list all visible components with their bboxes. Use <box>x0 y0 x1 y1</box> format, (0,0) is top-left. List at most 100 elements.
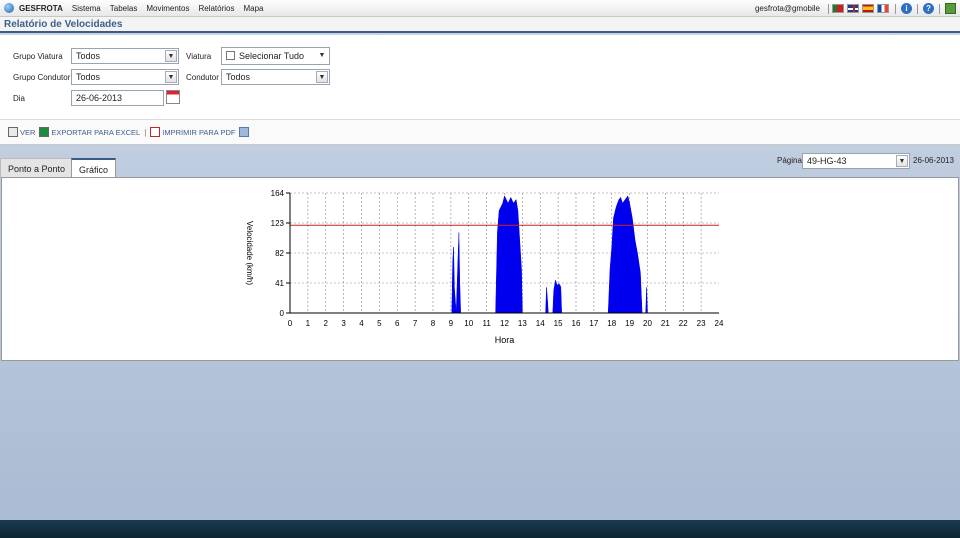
x-tick-label: 3 <box>341 319 346 328</box>
export-excel-button[interactable]: EXPORTAR PARA EXCEL <box>39 127 140 137</box>
divider <box>895 3 896 14</box>
viatura-select[interactable]: Selecionar Tudo ▼ <box>221 47 330 65</box>
x-tick-label: 20 <box>643 319 652 328</box>
report-toolbar: VER EXPORTAR PARA EXCEL | IMPRIMIR PARA … <box>0 119 960 145</box>
x-tick-label: 23 <box>697 319 706 328</box>
pagina-value: 49-HG-43 <box>807 156 847 166</box>
flag-portugal-icon[interactable] <box>832 4 844 13</box>
condutor-select[interactable]: Todos ▼ <box>221 69 330 85</box>
speed-series-area <box>451 195 648 314</box>
app-brand: GESFROTA <box>19 3 63 13</box>
x-tick-label: 12 <box>500 319 509 328</box>
toolbar-separator: | <box>144 127 147 137</box>
menu-item-movimentos[interactable]: Movimentos <box>146 4 189 13</box>
viatura-value: Selecionar Tudo <box>239 51 305 61</box>
divider <box>828 3 829 14</box>
x-tick-label: 0 <box>288 319 293 328</box>
y-tick-label: 164 <box>271 189 285 198</box>
dia-label: Dia <box>13 94 26 103</box>
flag-france-icon[interactable] <box>877 4 889 13</box>
calendar-icon[interactable] <box>166 90 180 104</box>
filter-panel: Grupo Viatura Todos ▼ Viatura Selecionar… <box>0 35 960 119</box>
y-tick-label: 41 <box>275 279 284 288</box>
flag-spain-icon[interactable] <box>862 4 874 13</box>
menu-item-mapa[interactable]: Mapa <box>243 4 263 13</box>
email-icon <box>239 127 250 137</box>
ver-button[interactable]: VER <box>8 127 35 137</box>
grupo-condutor-label: Grupo Condutor <box>13 73 71 82</box>
tab-grafico[interactable]: Gráfico <box>71 158 117 179</box>
x-tick-label: 5 <box>377 319 382 328</box>
select-all-checkbox[interactable] <box>226 51 235 60</box>
info-icon[interactable]: i <box>901 3 912 14</box>
flag-uk-icon[interactable] <box>847 4 859 13</box>
x-tick-label: 13 <box>518 319 527 328</box>
pagina-label: Página <box>777 156 802 165</box>
x-tick-label: 14 <box>536 319 545 328</box>
x-tick-label: 16 <box>572 319 581 328</box>
app-logo-icon <box>4 3 14 13</box>
footer-bar <box>0 520 960 538</box>
grupo-viatura-label: Grupo Viatura <box>13 52 63 61</box>
grupo-viatura-value: Todos <box>76 51 101 61</box>
x-tick-label: 10 <box>464 319 473 328</box>
x-tick-label: 11 <box>482 319 491 328</box>
chevron-down-icon: ▼ <box>316 71 328 83</box>
viatura-label: Viatura <box>186 52 212 61</box>
x-tick-label: 24 <box>715 319 724 328</box>
grupo-viatura-select[interactable]: Todos ▼ <box>71 48 179 64</box>
tabs-row: Ponto a Ponto Gráfico Página 49-HG-43 ▼ … <box>0 146 960 179</box>
x-tick-label: 7 <box>413 319 418 328</box>
y-tick-label: 82 <box>275 249 284 258</box>
condutor-value: Todos <box>226 72 251 82</box>
menu-item-sistema[interactable]: Sistema <box>72 4 101 13</box>
menu-item-tabelas[interactable]: Tabelas <box>110 4 138 13</box>
divider <box>939 3 940 14</box>
chevron-down-icon: ▼ <box>318 52 326 59</box>
email-button[interactable] <box>239 127 251 137</box>
menu-item-relatorios[interactable]: Relatórios <box>198 4 234 13</box>
print-pdf-label: IMPRIMIR PARA PDF <box>162 127 236 137</box>
x-tick-label: 2 <box>324 319 329 328</box>
ver-label: VER <box>20 127 36 137</box>
x-tick-label: 22 <box>679 319 688 328</box>
excel-icon <box>39 127 50 137</box>
page-title: Relatório de Velocidades <box>4 19 123 30</box>
chevron-down-icon: ▼ <box>896 155 908 167</box>
chart-panel: 0 1 2 3 4 5 6 7 8 9 10 11 12 13 14 15 16 17 18 19 20 21 22 23 24… <box>1 177 959 361</box>
y-tick-label: 0 <box>280 309 285 318</box>
main-menu: Sistema Tabelas Movimentos Relatórios Ma… <box>72 4 273 13</box>
pagina-date: 26-06-2013 <box>913 156 954 165</box>
page-header: Relatório de Velocidades <box>0 17 960 33</box>
condutor-label: Condutor <box>186 73 219 82</box>
divider <box>917 3 918 14</box>
user-tools: gesfrota@gmobile i ? <box>755 2 956 15</box>
x-axis-label: Hora <box>495 335 515 345</box>
grupo-condutor-select[interactable]: Todos ▼ <box>71 69 179 85</box>
speed-chart: 0 1 2 3 4 5 6 7 8 9 10 11 12 13 14 15 16 17 18 19 20 21 22 23 24… <box>245 189 724 345</box>
x-tick-label: 8 <box>431 319 436 328</box>
export-excel-label: EXPORTAR PARA EXCEL <box>51 127 141 137</box>
tab-ponto-a-ponto[interactable]: Ponto a Ponto <box>0 158 74 178</box>
x-tick-label: 1 <box>306 319 311 328</box>
chevron-down-icon: ▼ <box>165 50 177 62</box>
chevron-down-icon: ▼ <box>165 71 177 83</box>
dia-input[interactable]: 26-06-2013 <box>71 90 164 106</box>
x-tick-label: 6 <box>395 319 400 328</box>
pagina-select[interactable]: 49-HG-43 ▼ <box>802 153 910 169</box>
top-menu-bar: GESFROTA Sistema Tabelas Movimentos Rela… <box>0 0 960 17</box>
x-tick-label: 9 <box>449 319 454 328</box>
dia-value: 26-06-2013 <box>76 93 123 103</box>
x-tick-label: 17 <box>589 319 598 328</box>
print-pdf-button[interactable]: IMPRIMIR PARA PDF <box>150 127 235 137</box>
x-tick-label: 4 <box>359 319 364 328</box>
x-tick-label: 15 <box>554 319 563 328</box>
logout-icon[interactable] <box>945 3 956 14</box>
x-tick-label: 19 <box>625 319 634 328</box>
pdf-icon <box>150 127 161 137</box>
view-icon <box>8 127 18 137</box>
x-tick-label: 21 <box>661 319 670 328</box>
user-name: gesfrota@gmobile <box>754 4 820 13</box>
help-icon[interactable]: ? <box>923 3 934 14</box>
x-tick-label: 18 <box>607 319 616 328</box>
